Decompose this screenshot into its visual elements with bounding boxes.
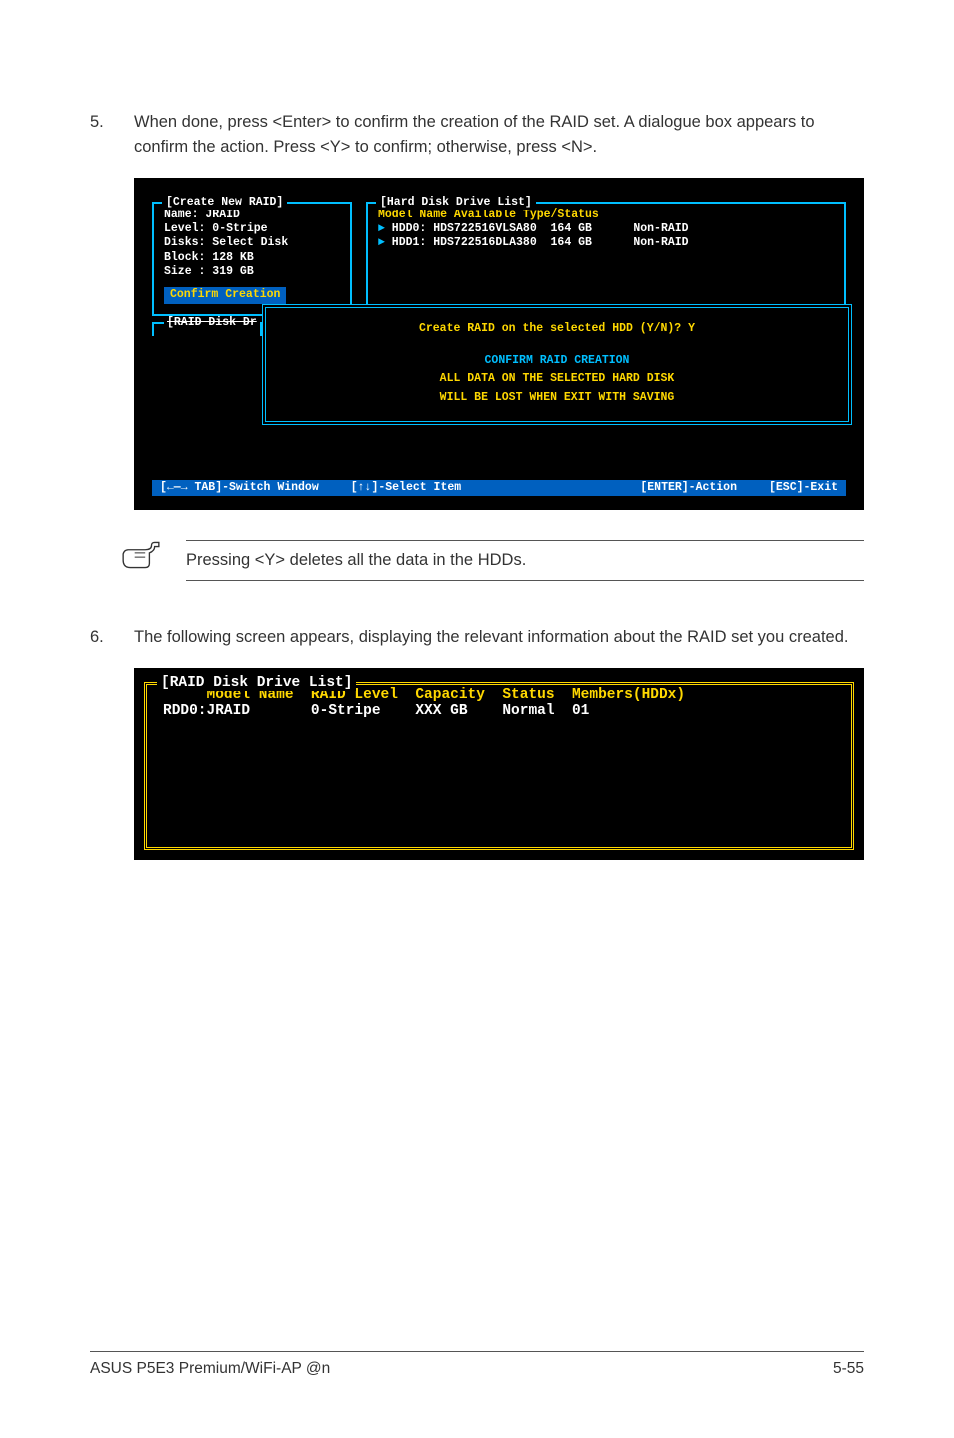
footer-right: 5-55: [833, 1360, 864, 1378]
step-6-text: The following screen appears, displaying…: [134, 625, 864, 650]
bios-screenshot-2: [RAID Disk Drive List] Model Name RAID L…: [134, 668, 864, 860]
confirm-creation-highlight: Confirm Creation: [164, 287, 286, 303]
step-6-number: 6.: [90, 625, 134, 650]
hdd-row-0: ► HDD0: HDS722516VLSA80 164 GB Non-RAID: [378, 222, 834, 236]
bios-screenshot-1: [Create New RAID] Name: JRAID Level: 0-S…: [134, 178, 864, 511]
pointing-hand-icon: [120, 540, 162, 575]
raid-disk-drive-list-row: RDD0:JRAID 0-Stripe XXX GB Normal 01: [163, 703, 835, 719]
dialog-warning-1: ALL DATA ON THE SELECTED HARD DISK: [278, 372, 836, 386]
step-5-text: When done, press <Enter> to confirm the …: [134, 110, 864, 160]
page-footer: ASUS P5E3 Premium/WiFi-AP @n 5-55: [90, 1351, 864, 1378]
raid-block-line: Block: 128 KB: [164, 251, 340, 265]
note-row: Pressing <Y> deletes all the data in the…: [120, 534, 864, 589]
raid-disks-line: Disks: Select Disk: [164, 236, 340, 250]
footer-tab: [←—→ TAB]-Switch Window: [160, 481, 319, 495]
create-new-raid-panel: [Create New RAID] Name: JRAID Level: 0-S…: [152, 202, 352, 316]
step-5: 5. When done, press <Enter> to confirm t…: [90, 110, 864, 160]
footer-left: ASUS P5E3 Premium/WiFi-AP @n: [90, 1360, 330, 1378]
step-6: 6. The following screen appears, display…: [90, 625, 864, 650]
dialog-warning-2: WILL BE LOST WHEN EXIT WITH SAVING: [278, 391, 836, 405]
hdd-row-1: ► HDD1: HDS722516DLA380 164 GB Non-RAID: [378, 236, 834, 250]
confirm-dialog: Create RAID on the selected HDD (Y/N)? Y…: [262, 304, 852, 426]
footer-select: [↑↓]-Select Item: [351, 481, 461, 495]
raid-disk-dr-title: [RAID Disk Dr: [164, 316, 260, 330]
bios-footer-bar: [←—→ TAB]-Switch Window [↑↓]-Select Item…: [152, 480, 846, 496]
raid-disk-dr-panel: [RAID Disk Dr: [152, 322, 262, 336]
raid-disk-drive-list-panel: [RAID Disk Drive List] Model Name RAID L…: [144, 682, 854, 850]
note-text: Pressing <Y> deletes all the data in the…: [186, 551, 526, 569]
raid-level-line: Level: 0-Stripe: [164, 222, 340, 236]
raid-size-line: Size : 319 GB: [164, 265, 340, 279]
create-new-raid-title: [Create New RAID]: [162, 196, 287, 210]
dialog-prompt: Create RAID on the selected HDD (Y/N)? Y: [278, 322, 836, 336]
step-5-number: 5.: [90, 110, 134, 160]
footer-enter: [ENTER]-Action: [640, 481, 737, 495]
hdd-list-title: [Hard Disk Drive List]: [376, 196, 536, 210]
footer-esc: [ESC]-Exit: [769, 481, 838, 495]
raid-disk-drive-list-title: [RAID Disk Drive List]: [157, 675, 356, 691]
dialog-confirm-title: CONFIRM RAID CREATION: [278, 354, 836, 368]
hard-disk-drive-list-panel: [Hard Disk Drive List] Model Name Availa…: [366, 202, 846, 316]
